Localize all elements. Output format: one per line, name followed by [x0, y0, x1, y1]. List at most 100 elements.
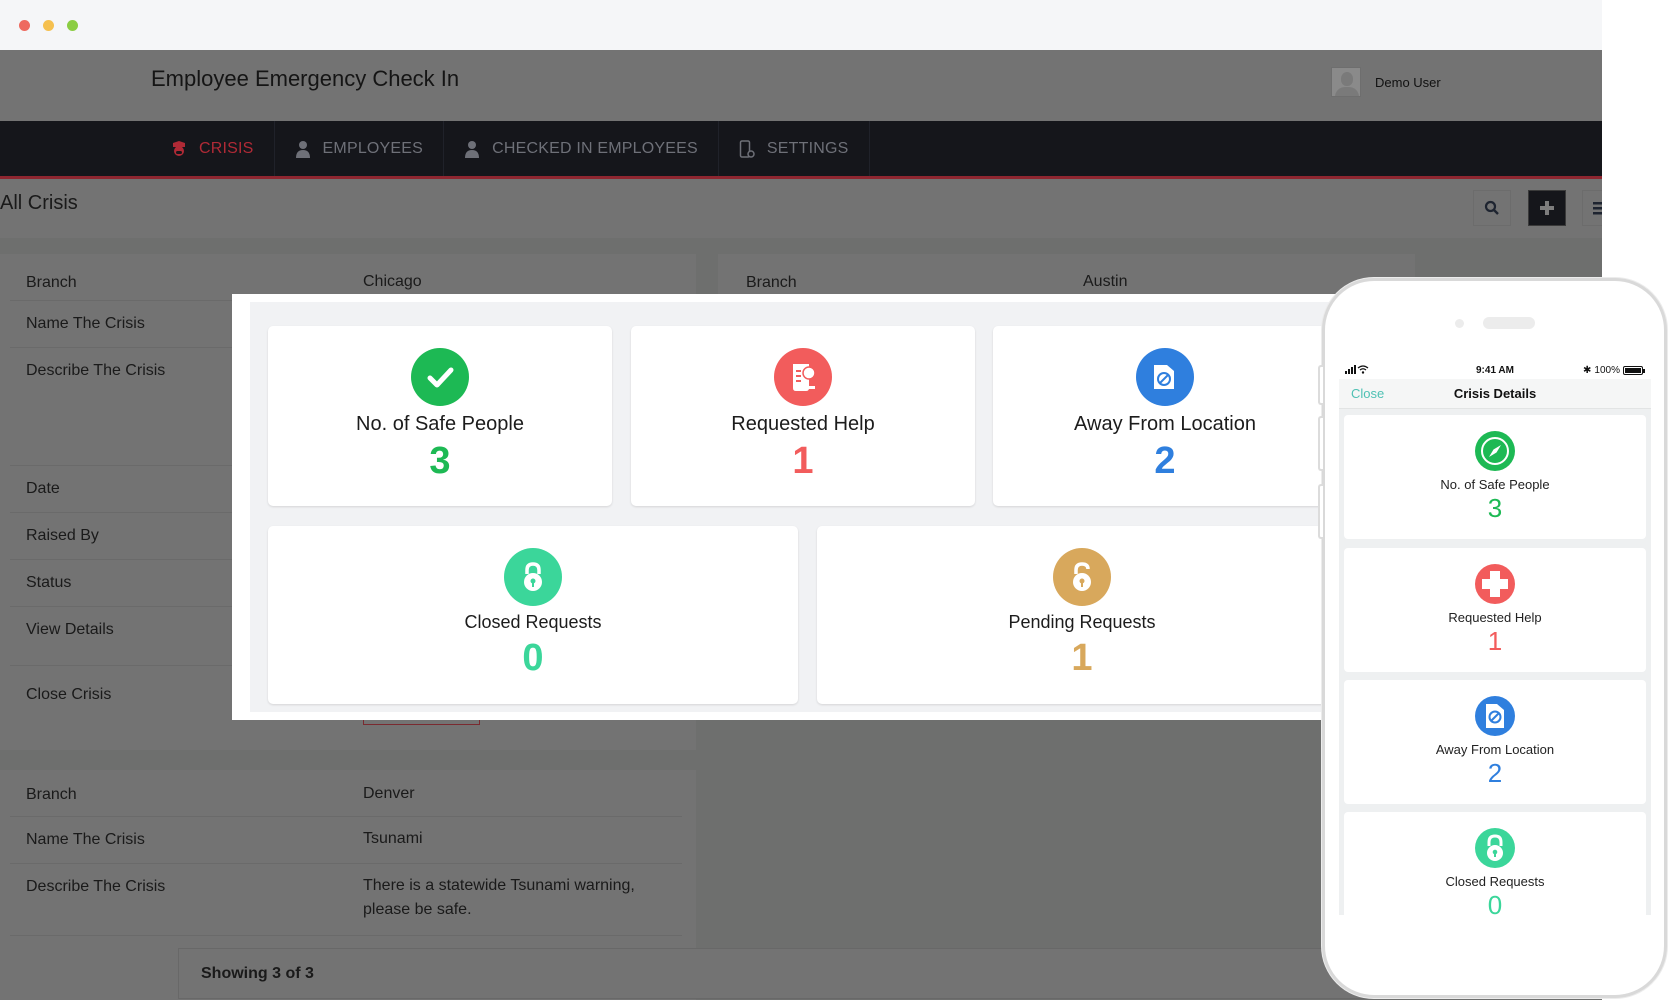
row-label: View Details [26, 621, 114, 638]
menu-button[interactable] [1582, 190, 1602, 226]
stat-value: 3 [1487, 493, 1503, 523]
phone-navbar: Close Crisis Details [1339, 379, 1651, 409]
nav-label: CHECKED IN EMPLOYEES [492, 139, 698, 157]
row-value: Chicago [363, 273, 422, 290]
stat-label: Closed Requests [464, 612, 602, 632]
battery-percent: 100% [1594, 365, 1620, 376]
row-label: Date [26, 480, 60, 497]
phone-volume-up [1318, 416, 1323, 471]
nav-item-settings[interactable]: SETTINGS [719, 121, 870, 176]
row-label: Close Crisis [26, 686, 112, 703]
stat-label: Pending Requests [1008, 612, 1156, 632]
phone-screen: 9:41 AM ✱ 100% Close Crisis Details No. … [1339, 363, 1651, 915]
stat-card-requested-help[interactable]: Requested Help 1 [631, 326, 975, 506]
nav-item-crisis[interactable]: CRISIS [151, 121, 275, 176]
add-crisis-button[interactable] [1528, 190, 1566, 226]
device-settings-icon [739, 139, 755, 158]
plus-icon [1540, 201, 1554, 215]
modal-body: No. of Safe People 3 Requested Help 1 Aw… [250, 302, 1362, 712]
row-label: Branch [26, 274, 77, 291]
stat-label: Away From Location [1435, 742, 1555, 757]
row-value: Austin [1083, 273, 1128, 290]
crisis-stats-modal: No. of Safe People 3 Requested Help 1 Aw… [232, 294, 1362, 720]
stat-label: No. of Safe People [356, 413, 524, 435]
stat-value: 2 [1154, 440, 1176, 482]
crisis-row: Branch Austin [718, 254, 1401, 294]
phone-stat-card-closed-requests[interactable]: Closed Requests 0 [1344, 812, 1646, 915]
phone-screen-title: Crisis Details [1453, 386, 1537, 401]
stat-label: Requested Help [731, 413, 875, 435]
nav-label: SETTINGS [766, 139, 849, 157]
app-header: Employee Emergency Check In Demo User [0, 50, 1602, 121]
stat-card-pending-requests[interactable]: Pending Requests 1 [817, 526, 1347, 704]
phone-speaker [1483, 317, 1535, 329]
main-navbar: CRISIS EMPLOYEES CHECKED IN EMPLOYEES SE… [0, 121, 1602, 179]
phone-stat-card-away-from-location[interactable]: Away From Location 2 [1344, 680, 1646, 804]
stat-label: Closed Requests [1445, 874, 1545, 889]
phone-volume-down [1318, 484, 1323, 539]
crisis-card: Branch Austin [718, 254, 1415, 294]
row-label: Raised By [26, 527, 99, 544]
row-label: Branch [746, 274, 797, 291]
stat-value: 1 [1487, 626, 1503, 656]
stat-value: 1 [1071, 637, 1093, 679]
phone-stat-card-requested-help[interactable]: Requested Help 1 [1344, 548, 1646, 672]
stat-label: No. of Safe People [1440, 477, 1550, 492]
screenshot-stage: Employee Emergency Check In Demo User CR… [0, 0, 1670, 1000]
menu-icon [1593, 202, 1602, 215]
compass-icon [1475, 431, 1515, 471]
padlock-open-icon [1053, 548, 1111, 606]
stat-value: 1 [792, 440, 814, 482]
person-icon [464, 140, 480, 158]
nav-item-employees[interactable]: EMPLOYEES [275, 121, 445, 176]
police-officer-icon [171, 140, 187, 158]
row-value: Denver [363, 785, 415, 802]
stat-card-away-from-location[interactable]: Away From Location 2 [993, 326, 1337, 506]
user-menu[interactable]: Demo User [1331, 67, 1441, 97]
stat-label: Away From Location [1074, 413, 1256, 435]
app-title: Employee Emergency Check In [151, 66, 460, 91]
folder-blocked-icon [1136, 348, 1194, 406]
stat-card-safe-people[interactable]: No. of Safe People 3 [268, 326, 612, 506]
phone-mockup: 9:41 AM ✱ 100% Close Crisis Details No. … [1318, 278, 1667, 998]
row-label: Status [26, 574, 72, 591]
row-label: Name The Crisis [26, 315, 145, 332]
page-title: All Crisis [0, 192, 78, 214]
row-label: Branch [26, 786, 77, 803]
phone-stat-card-safe-people[interactable]: No. of Safe People 3 [1344, 415, 1646, 539]
window-titlebar [0, 0, 1602, 50]
scroll-certificate-icon [774, 348, 832, 406]
search-icon [1484, 200, 1499, 215]
row-label: Describe The Crisis [26, 362, 166, 379]
window-minimize-button[interactable] [43, 20, 54, 31]
window-close-button[interactable] [19, 20, 30, 31]
row-value: There is a statewide Tsunami warning, pl… [363, 877, 635, 918]
battery-icon [1623, 366, 1645, 375]
stat-value: 2 [1487, 758, 1503, 788]
phone-camera [1455, 319, 1464, 328]
pagination-status: Showing 3 of 3 [201, 965, 314, 982]
medical-cross-icon [1475, 564, 1515, 604]
crisis-row: Branch Denver [10, 770, 682, 817]
phone-mute-switch [1318, 365, 1323, 405]
nav-label: CRISIS [199, 139, 254, 157]
stat-value: 0 [522, 637, 544, 679]
stat-value: 3 [429, 440, 451, 482]
folder-blocked-icon [1475, 696, 1515, 736]
person-icon [295, 140, 311, 158]
page-header: All Crisis [0, 182, 1602, 238]
window-maximize-button[interactable] [67, 20, 78, 31]
user-name: Demo User [1375, 74, 1441, 90]
stat-value: 0 [1487, 890, 1503, 915]
phone-status-bar: 9:41 AM ✱ 100% [1339, 363, 1651, 379]
stat-card-closed-requests[interactable]: Closed Requests 0 [268, 526, 798, 704]
nav-label: EMPLOYEES [322, 139, 424, 157]
stat-label: Requested Help [1448, 610, 1542, 625]
search-button[interactable] [1473, 190, 1511, 226]
crisis-row: Describe The Crisis There is a statewide… [10, 864, 682, 936]
row-value: Tsunami [363, 830, 423, 847]
checkmark-icon [411, 348, 469, 406]
user-silhouette-icon [1331, 67, 1361, 97]
row-label: Name The Crisis [26, 831, 145, 848]
nav-item-checked-in-employees[interactable]: CHECKED IN EMPLOYEES [444, 121, 719, 176]
